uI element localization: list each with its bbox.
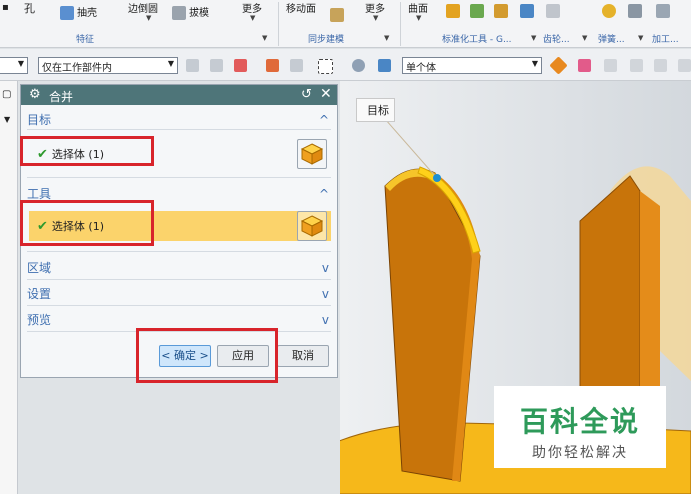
chevron-up-icon: ^ xyxy=(318,113,329,127)
divider xyxy=(27,305,331,306)
select-filter-icon[interactable] xyxy=(234,59,247,72)
group-sync-expand-icon[interactable]: ▼ xyxy=(384,34,389,42)
group-label-machining: 加工... xyxy=(652,35,679,45)
divider xyxy=(27,279,331,280)
view-icon[interactable] xyxy=(352,59,365,72)
selection-scope-dropdown[interactable]: 仅在工作部件内 ▼ xyxy=(38,57,178,74)
close-icon[interactable]: ✕ xyxy=(320,86,332,102)
chevron-down-icon: ▼ xyxy=(531,59,538,68)
bolt-icon[interactable] xyxy=(494,4,508,18)
group-spring-expand-icon[interactable]: ▼ xyxy=(638,34,643,42)
cube-icon xyxy=(300,215,324,237)
rectangle-select-icon[interactable] xyxy=(318,59,333,74)
annotation-box-tool xyxy=(20,200,154,246)
gear-icon[interactable]: ⚙ xyxy=(29,87,41,102)
target-callout-label: 目标 xyxy=(356,98,395,122)
point-snap-icon[interactable] xyxy=(210,59,223,72)
resource-bar: ▢ ▼ xyxy=(0,81,18,494)
machining-icon[interactable] xyxy=(656,4,670,18)
draft-icon xyxy=(172,6,186,20)
watermark-badge: 百科全说 助你轻松解决 xyxy=(494,386,666,468)
inference-icon[interactable] xyxy=(549,56,568,75)
section-target-header[interactable]: 目标 ^ xyxy=(27,111,331,131)
section-settings-header[interactable]: 设置 v xyxy=(27,285,331,305)
dialog-title-bar[interactable]: ⚙ 合并 ↺ ✕ xyxy=(21,85,337,105)
watermark-subtitle: 助你轻松解决 xyxy=(532,445,628,461)
ribbon-edge-glyph: ▪ xyxy=(2,2,9,13)
list-icon[interactable] xyxy=(546,4,560,18)
shell-command[interactable]: 抽壳 xyxy=(60,4,97,20)
ribbon-divider xyxy=(400,2,401,46)
standard-part-icon[interactable] xyxy=(446,4,460,18)
edge-blend-command[interactable]: 边倒圆 xyxy=(128,0,158,15)
arrow-right-icon[interactable] xyxy=(578,59,591,72)
group-feature-expand-icon[interactable]: ▼ xyxy=(262,34,267,42)
draft-command[interactable]: 拔模 xyxy=(172,4,209,20)
chevron-down-icon: v xyxy=(321,261,329,275)
dialog-title: 合并 xyxy=(49,90,74,104)
more-sync-dropdown-icon[interactable]: ▼ xyxy=(373,14,378,22)
cancel-button[interactable]: 取消 xyxy=(277,345,329,367)
selection-toolbar: ▼ 仅在工作部件内 ▼ 单个体 ▼ xyxy=(0,49,691,81)
group-label-gear: 齿轮... xyxy=(543,35,570,45)
type-filter-dropdown[interactable]: ▼ xyxy=(0,57,28,74)
surface-command[interactable]: 曲面 xyxy=(408,0,428,15)
group-label-standard-tools: 标准化工具 - G... xyxy=(442,35,512,45)
chevron-down-icon: ▼ xyxy=(167,59,174,68)
more-feature-dropdown-icon[interactable]: ▼ xyxy=(250,14,255,22)
snap-icon[interactable] xyxy=(186,59,199,72)
divider xyxy=(27,251,331,252)
target-select-body-button[interactable] xyxy=(297,139,327,169)
chevron-down-icon: v xyxy=(321,313,329,327)
divider xyxy=(27,129,331,130)
group-label-feature: 特征 xyxy=(76,35,95,45)
ribbon-toolbar: ▪ 孔 抽壳 边倒圆 ▼ 拔模 更多 ▼ 移动面 更多 ▼ 曲面 ▼ 特征 ▼ … xyxy=(0,0,691,48)
lasso-icon[interactable] xyxy=(290,59,303,72)
group-label-sync-modeling: 同步建模 xyxy=(308,35,345,45)
spring-icon[interactable] xyxy=(602,4,616,18)
tool-select-body-button[interactable] xyxy=(297,211,327,241)
more-button-sync[interactable]: 更多 xyxy=(365,0,385,15)
group-std-expand-icon[interactable]: ▼ xyxy=(531,34,536,42)
more-button-feature[interactable]: 更多 xyxy=(242,0,262,15)
target-point-icon xyxy=(433,174,441,182)
surface-dropdown-icon[interactable]: ▼ xyxy=(416,14,421,22)
nav-dropdown-icon[interactable]: ▼ xyxy=(4,115,10,124)
pick-intent-icon[interactable] xyxy=(266,59,279,72)
body-scope-dropdown[interactable]: 单个体 ▼ xyxy=(402,57,542,74)
cube-icon xyxy=(300,143,324,165)
annotation-box-target xyxy=(20,136,154,166)
watermark-title: 百科全说 xyxy=(519,405,640,438)
group-label-spring: 弹簧... xyxy=(598,35,625,45)
library-icon[interactable] xyxy=(520,4,534,18)
move-face-command[interactable]: 移动面 xyxy=(286,0,316,15)
annotation-box-buttons xyxy=(136,328,278,383)
chevron-down-icon: ▼ xyxy=(17,59,24,68)
move-face-icon[interactable] xyxy=(330,8,344,22)
chevron-down-icon: v xyxy=(321,287,329,301)
cutter-icon[interactable] xyxy=(628,4,642,18)
line-icon[interactable] xyxy=(630,59,643,72)
body-select-icon[interactable] xyxy=(378,59,391,72)
shell-icon xyxy=(60,6,74,20)
fastener-icon[interactable] xyxy=(470,4,484,18)
point-cloud-icon[interactable] xyxy=(604,59,617,72)
hole-command[interactable]: 孔 xyxy=(24,0,35,16)
curve-icon[interactable] xyxy=(678,59,691,72)
chevron-up-icon: ^ xyxy=(318,187,329,201)
reset-icon[interactable]: ↺ xyxy=(301,87,312,102)
nav-icon[interactable]: ▢ xyxy=(2,89,11,100)
divider xyxy=(27,177,331,178)
slash-icon[interactable] xyxy=(654,59,667,72)
ribbon-divider xyxy=(278,2,279,46)
section-region-header[interactable]: 区域 v xyxy=(27,259,331,279)
group-gear-expand-icon[interactable]: ▼ xyxy=(582,34,587,42)
edge-blend-dropdown-icon[interactable]: ▼ xyxy=(146,14,151,22)
